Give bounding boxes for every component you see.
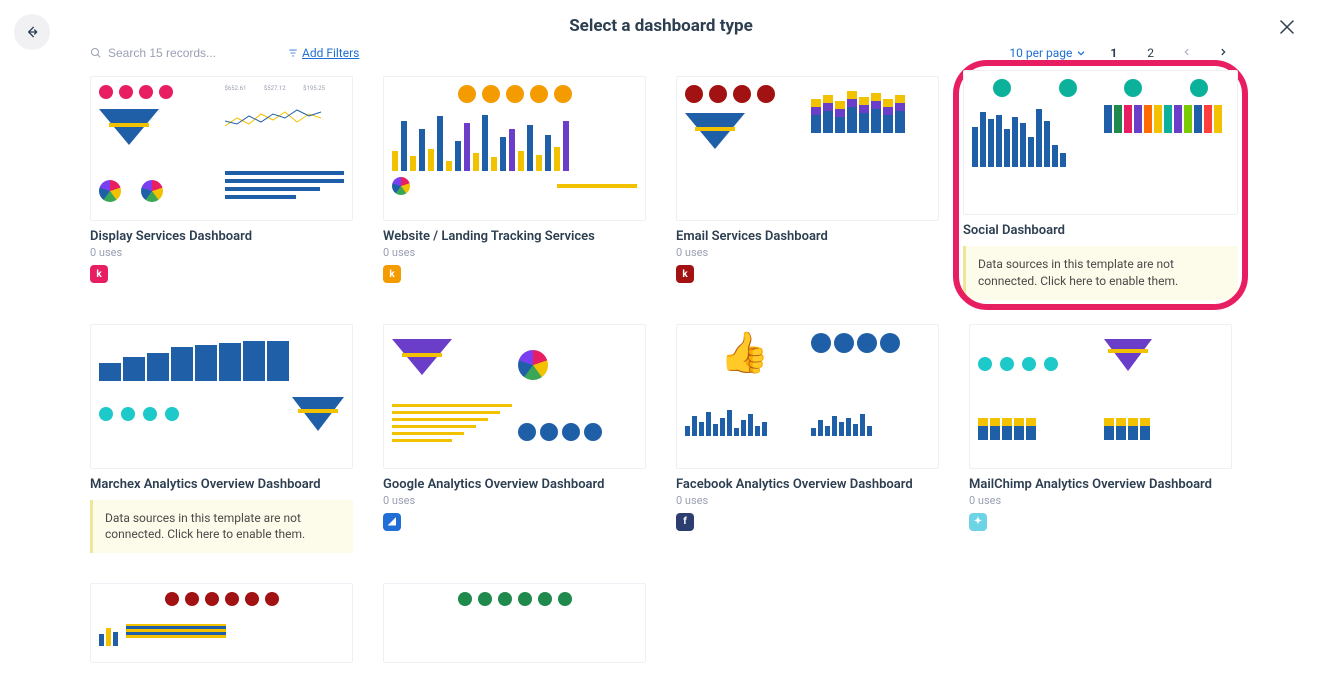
close-button[interactable] [1280, 18, 1294, 39]
dashboard-card[interactable]: MailChimp Analytics Overview Dashboard 0… [969, 324, 1232, 554]
dashboard-thumbnail: 👍 [676, 324, 939, 469]
dashboard-thumbnail [969, 324, 1232, 469]
filter-icon [288, 48, 298, 58]
page-1[interactable]: 1 [1104, 46, 1123, 60]
card-title: Google Analytics Overview Dashboard [383, 477, 646, 492]
data-source-warning[interactable]: Data sources in this template are not co… [963, 246, 1238, 300]
dashboard-thumbnail: $652.61 $527.12 $195.25 [90, 76, 353, 221]
add-filters-button[interactable]: Add Filters [288, 46, 359, 60]
next-page-button[interactable] [1214, 46, 1232, 60]
dashboard-thumbnail [90, 324, 353, 469]
integration-badge: f [676, 513, 694, 531]
card-title: Social Dashboard [963, 223, 1238, 238]
dashboard-card[interactable] [383, 583, 646, 663]
dashboard-grid: $652.61 $527.12 $195.25 Display Services… [0, 66, 1322, 663]
search-field[interactable] [90, 46, 258, 60]
page-2[interactable]: 2 [1141, 46, 1160, 60]
chevron-right-icon [1218, 47, 1228, 57]
integration-badge: k [90, 265, 108, 283]
search-input[interactable] [108, 46, 258, 60]
card-uses: 0 uses [90, 246, 353, 259]
card-title: Display Services Dashboard [90, 229, 353, 244]
integration-badge: ◢ [383, 513, 401, 531]
dashboard-card[interactable]: Google Analytics Overview Dashboard 0 us… [383, 324, 646, 554]
chevron-down-icon [1076, 48, 1086, 58]
card-title: Email Services Dashboard [676, 229, 939, 244]
card-title: Website / Landing Tracking Services [383, 229, 646, 244]
toolbar: Add Filters 10 per page 1 2 [0, 36, 1322, 66]
dashboard-thumbnail [383, 583, 646, 663]
dashboard-thumbnail [383, 76, 646, 221]
search-icon [90, 47, 102, 59]
dashboard-thumbnail [90, 583, 353, 663]
dashboard-card[interactable]: Marchex Analytics Overview Dashboard Dat… [90, 324, 353, 554]
dashboard-card[interactable] [90, 583, 353, 663]
prev-page-button[interactable] [1178, 46, 1196, 60]
dashboard-card-highlighted[interactable]: Social Dashboard Data sources in this te… [959, 66, 1242, 304]
card-uses: 0 uses [383, 246, 646, 259]
card-uses: 0 uses [969, 494, 1232, 507]
page-title: Select a dashboard type [0, 0, 1322, 36]
card-title: Facebook Analytics Overview Dashboard [676, 477, 939, 492]
data-source-warning[interactable]: Data sources in this template are not co… [90, 500, 353, 554]
filters-label: Add Filters [302, 46, 359, 60]
back-button[interactable] [14, 14, 50, 50]
card-uses: 0 uses [383, 494, 646, 507]
dashboard-thumbnail [963, 70, 1238, 215]
card-uses: 0 uses [676, 494, 939, 507]
dashboard-card[interactable]: $652.61 $527.12 $195.25 Display Services… [90, 76, 353, 294]
dashboard-card[interactable]: 👍 Facebook Analytics Overview Dashboard [676, 324, 939, 554]
chevron-left-icon [1182, 47, 1192, 57]
integration-badge: k [383, 265, 401, 283]
integration-badge: ✦ [969, 513, 987, 531]
dashboard-card[interactable]: Website / Landing Tracking Services 0 us… [383, 76, 646, 294]
integration-badge: k [676, 265, 694, 283]
thumbs-up-icon: 👍 [685, 329, 805, 400]
dashboard-thumbnail [676, 76, 939, 221]
back-arrow-icon [24, 24, 40, 40]
dashboard-thumbnail [383, 324, 646, 469]
close-icon [1280, 20, 1294, 34]
card-uses: 0 uses [676, 246, 939, 259]
dashboard-card[interactable]: Email Services Dashboard 0 uses k [676, 76, 939, 294]
per-page-select[interactable]: 10 per page [1009, 46, 1086, 60]
card-title: Marchex Analytics Overview Dashboard [90, 477, 353, 492]
card-title: MailChimp Analytics Overview Dashboard [969, 477, 1232, 492]
